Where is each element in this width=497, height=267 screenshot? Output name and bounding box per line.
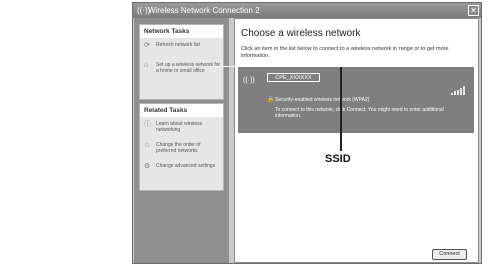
ssid-annotation-label: SSID (325, 153, 351, 165)
window-title: Wireless Network Connection 2 (148, 6, 260, 15)
settings-icon: ⚙ (144, 163, 151, 170)
setup-icon: ⌂ (144, 62, 149, 69)
connect-hint: To connect to this network, click Connec… (275, 107, 444, 119)
signal-bar (454, 91, 456, 95)
wireless-network-icon: ((·)) (243, 77, 255, 84)
title-bar: ((·)) Wireless Network Connection 2 ✕ (133, 3, 481, 18)
close-icon: ✕ (470, 6, 477, 15)
instructions-text: Click an item in the list below to conne… (241, 46, 449, 59)
task-label: Set up a wireless network for a home or … (156, 62, 221, 74)
task-label: Change the order of preferred networks (156, 142, 201, 154)
network-list-pane: Choose a wireless network Click an item … (234, 18, 479, 263)
task-label: Learn about wireless networking (156, 121, 203, 133)
signal-bar (457, 90, 459, 95)
callout-line-horizontal (211, 66, 241, 67)
signal-bar (460, 88, 462, 95)
callout-line-vertical (340, 67, 342, 151)
related-tasks-panel: Related Tasks ⓘ Learn about wireless net… (139, 103, 224, 191)
related-tasks-title: Related Tasks (140, 104, 223, 117)
lock-icon: 🔒 (267, 97, 275, 103)
network-tasks-panel: Network Tasks ⟳ Refresh network list ⌂ S… (139, 24, 224, 100)
signal-bar (463, 86, 465, 95)
page-title: Choose a wireless network (241, 28, 361, 39)
refresh-icon: ⟳ (144, 42, 150, 49)
ssid-name: CPE_XXXXXX (267, 73, 320, 82)
security-status: Security-enabled wireless network (WPA2) (275, 97, 370, 103)
connect-button[interactable]: Connect (432, 249, 467, 260)
sidebar: Network Tasks ⟳ Refresh network list ⌂ S… (134, 18, 229, 263)
signal-bar (451, 93, 453, 95)
signal-strength-icon (451, 86, 467, 95)
task-label: Refresh network list (156, 42, 200, 48)
star-icon: ☆ (144, 142, 151, 149)
network-tasks-title: Network Tasks (140, 25, 223, 38)
close-button[interactable]: ✕ (468, 5, 479, 16)
task-label: Change advanced settings (156, 163, 216, 169)
wireless-network-window: ((·)) Wireless Network Connection 2 ✕ Ne… (132, 2, 482, 264)
info-icon: ⓘ (144, 121, 151, 128)
network-list-item[interactable]: ((·)) CPE_XXXXXX 🔒 Security-enabled wire… (238, 67, 474, 133)
